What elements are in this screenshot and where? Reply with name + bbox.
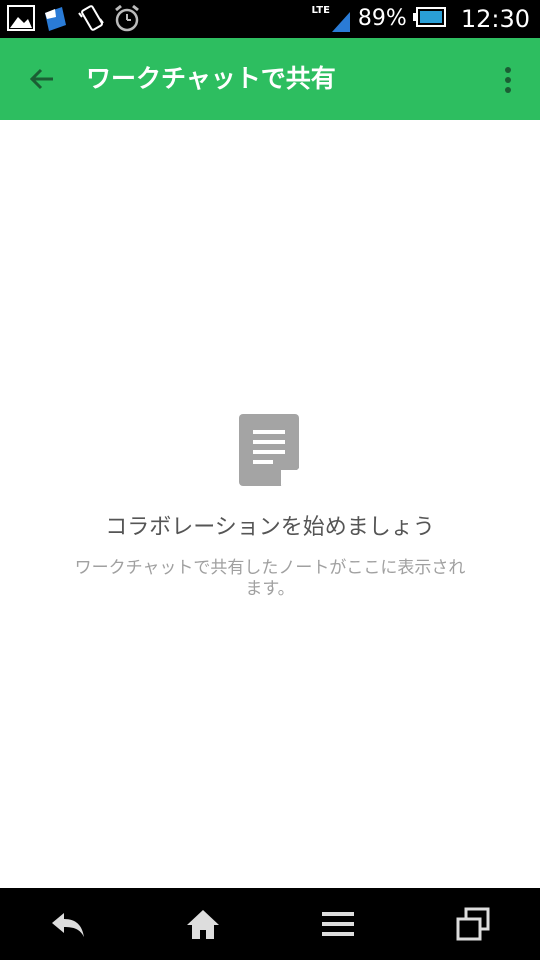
status-bar: LTE 89% 12:30 <box>0 0 540 38</box>
empty-state-title: コラボレーションを始めましょう <box>105 515 435 540</box>
app-bar: ワークチャットで共有 <box>0 38 540 120</box>
menu-icon <box>321 912 354 936</box>
note-icon <box>239 414 301 492</box>
nav-home-button[interactable] <box>173 894 233 954</box>
network-label: LTE <box>311 5 330 16</box>
status-time: 12:30 <box>460 5 530 33</box>
gallery-icon <box>6 3 36 37</box>
alarm-icon <box>112 3 142 37</box>
nav-back-button[interactable] <box>38 894 98 954</box>
more-vert-icon <box>505 67 511 93</box>
vibrate-icon <box>76 3 106 37</box>
page-title: ワークチャットで共有 <box>86 64 336 93</box>
navigation-bar <box>0 888 540 960</box>
nav-recent-apps-button[interactable] <box>443 894 503 954</box>
empty-state-description: ワークチャットで共有したノートがここに表示されます。 <box>74 558 466 599</box>
battery-icon <box>412 6 447 32</box>
back-icon <box>51 913 84 937</box>
content-area: コラボレーションを始めましょう ワークチャットで共有したノートがここに表示されま… <box>0 120 540 888</box>
recent-apps-icon <box>456 907 489 941</box>
back-button[interactable] <box>22 59 62 99</box>
signal-icon: LTE <box>312 4 352 34</box>
evernote-icon <box>42 3 70 37</box>
overflow-menu-button[interactable] <box>498 60 518 100</box>
home-icon <box>186 910 219 939</box>
arrow-back-icon <box>29 68 53 90</box>
battery-percent: 89% <box>357 6 407 31</box>
nav-menu-button[interactable] <box>308 894 368 954</box>
